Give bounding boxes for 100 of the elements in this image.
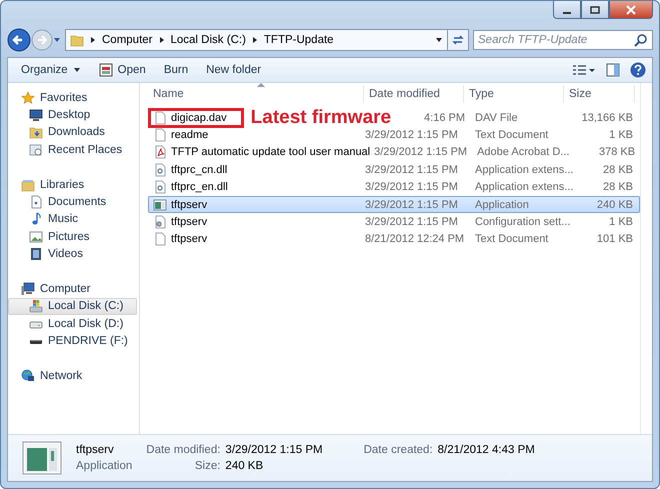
sidebar-header[interactable]: Network xyxy=(8,367,137,385)
back-icon[interactable] xyxy=(7,28,31,52)
file-row[interactable]: tftprc_en.dll 3/29/2012 1:15 PM Application extens... 28 KB xyxy=(148,178,640,196)
folder-icon xyxy=(70,33,84,47)
file-name: tftpserv xyxy=(171,233,208,246)
file-type: Text Document xyxy=(474,233,550,246)
file-type: DAV File xyxy=(474,112,519,124)
file-name: readme xyxy=(171,129,208,142)
sidebar-item[interactable]: Desktop xyxy=(8,106,137,124)
toolbar-button[interactable]: Burn xyxy=(156,62,196,78)
file-name: tftpserv xyxy=(171,216,208,228)
file-type: Configuration sett... xyxy=(474,216,572,228)
details-label: Date created: xyxy=(364,444,433,456)
file-name: tftprc_cn.dll xyxy=(171,164,228,176)
toolbar-button[interactable]: Organize xyxy=(14,62,88,78)
sidebar-header[interactable]: Favorites xyxy=(8,89,137,106)
dropdown-caret-icon xyxy=(435,36,443,44)
application-window-icon xyxy=(153,198,167,212)
file-row[interactable]: TFTP automatic update tool user manual 3/29/2012 1:15 PM Adobe Acrobat D... 378 KB xyxy=(148,144,640,162)
toolbar-button[interactable]: New folder xyxy=(199,62,268,78)
file-date: 4:16 PM xyxy=(423,112,466,124)
view-options-icon[interactable] xyxy=(572,64,596,76)
file-date: 3/29/2012 1:15 PM xyxy=(364,129,459,142)
search-field[interactable]: Search TFTP-Update xyxy=(473,30,653,50)
file-type: Adobe Acrobat D... xyxy=(476,146,570,158)
file-type: Application xyxy=(474,198,530,211)
file-row[interactable]: tftpserv 3/29/2012 1:15 PM Application 240 KB xyxy=(148,196,640,214)
drive-icon xyxy=(29,299,43,314)
sidebar-item[interactable]: Recent Places xyxy=(8,141,137,159)
file-size: 240 KB xyxy=(596,198,634,211)
file-size: 1 KB xyxy=(608,216,634,228)
computer-icon xyxy=(21,282,35,296)
pdf-document-icon xyxy=(153,145,167,160)
file-name: TFTP automatic update tool user manual xyxy=(171,146,370,158)
minimize-button[interactable] xyxy=(553,1,581,19)
details-label: Date modified: xyxy=(146,444,220,456)
sidebar-item[interactable]: Documents xyxy=(8,193,137,211)
file-date: 3/29/2012 1:15 PM xyxy=(364,181,459,194)
breadcrumb-item[interactable]: TFTP-Update xyxy=(264,34,334,46)
file-row[interactable]: readme 3/29/2012 1:15 PM Text Document 1 KB xyxy=(148,126,640,144)
star-icon xyxy=(21,90,35,105)
details-value: 240 KB xyxy=(225,460,264,472)
file-type: Application extens... xyxy=(474,164,574,176)
file-row[interactable]: digicap.dav Latest firmware 4:16 PM DAV File 13,166 KB xyxy=(148,109,640,126)
file-size: 101 KB xyxy=(596,233,634,246)
sidebar-item[interactable]: Local Disk (D:) xyxy=(8,315,137,332)
sidebar-item[interactable]: Music xyxy=(8,210,137,228)
file-date: 3/29/2012 1:15 PM xyxy=(373,146,468,158)
file-row[interactable]: tftprc_cn.dll 3/29/2012 1:15 PM Application extens... 28 KB xyxy=(148,161,640,179)
chevron-right-icon xyxy=(158,36,164,44)
details-label: Size: xyxy=(194,460,220,472)
close-button[interactable] xyxy=(609,1,653,19)
file-date: 3/29/2012 1:15 PM xyxy=(364,164,459,176)
library-icon xyxy=(21,178,35,192)
column-header[interactable]: Size xyxy=(564,85,635,103)
file-size: 28 KB xyxy=(602,164,634,176)
sidebar-item[interactable]: Pictures xyxy=(8,228,137,246)
chevron-right-icon xyxy=(90,36,96,44)
sidebar-item[interactable]: Downloads xyxy=(8,124,137,142)
details-value: 8/21/2012 4:43 PM xyxy=(438,444,535,456)
sidebar-header[interactable]: Libraries xyxy=(8,176,137,194)
breadcrumb-item[interactable]: Computer xyxy=(102,34,152,46)
dropdown-caret-icon xyxy=(72,66,81,74)
breadcrumb-item[interactable]: Local Disk (C:) xyxy=(170,34,246,46)
file-date: 3/29/2012 1:15 PM xyxy=(364,216,459,228)
file-date: 8/21/2012 12:24 PM xyxy=(364,233,466,246)
sidebar-item[interactable]: Local Disk (C:) xyxy=(8,298,137,316)
document-icon xyxy=(29,195,43,210)
file-size: 13,166 KB xyxy=(580,112,634,124)
dropdown-caret-icon[interactable] xyxy=(53,36,61,44)
maximize-button[interactable] xyxy=(581,1,609,19)
refresh-icon[interactable] xyxy=(451,33,465,47)
sidebar-header[interactable]: Computer xyxy=(8,280,137,298)
network-icon xyxy=(21,368,35,383)
file-row[interactable]: tftpserv 8/21/2012 12:24 PM Text Document 101 KB xyxy=(148,230,640,248)
application-window-icon xyxy=(22,441,62,475)
recent-places-icon xyxy=(29,142,43,157)
minimize-icon xyxy=(563,12,571,14)
toolbar-button[interactable]: Open xyxy=(92,61,153,79)
details-file-name: tftpserv xyxy=(76,444,115,456)
column-header[interactable]: Type xyxy=(464,85,564,103)
chevron-right-icon xyxy=(252,36,258,44)
picture-icon xyxy=(29,230,43,244)
details-file-type: Application xyxy=(76,460,132,472)
monitor-icon xyxy=(29,108,43,122)
sidebar-item[interactable]: PENDRIVE (F:) xyxy=(8,332,137,350)
close-icon xyxy=(626,4,636,14)
column-header[interactable]: Date modified xyxy=(364,85,464,103)
sidebar-item[interactable]: Videos xyxy=(8,246,137,263)
search-icon xyxy=(634,33,648,47)
restore-icon xyxy=(590,4,600,14)
address-bar[interactable]: Computer Local Disk (C:) TFTP-Update xyxy=(65,29,448,51)
file-row[interactable]: tftpserv 3/29/2012 1:15 PM Configuration sett... 1 KB xyxy=(148,213,640,231)
help-icon[interactable] xyxy=(630,62,646,78)
file-date: 3/29/2012 1:15 PM xyxy=(364,198,459,211)
preview-pane-icon[interactable] xyxy=(606,63,620,77)
document-icon xyxy=(153,232,167,246)
folder-arrow-icon xyxy=(29,125,43,140)
file-size: 378 KB xyxy=(598,146,636,158)
document-icon xyxy=(153,128,167,142)
